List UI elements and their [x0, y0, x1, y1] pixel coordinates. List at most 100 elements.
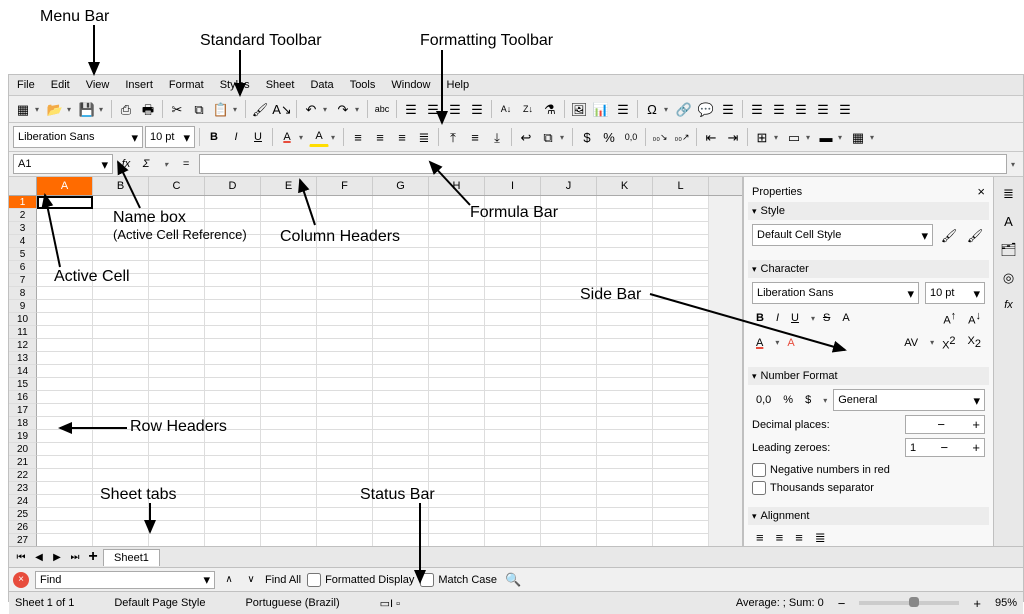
cell[interactable] [205, 352, 261, 365]
formatted-display-checkbox[interactable] [307, 573, 321, 587]
cell[interactable] [541, 235, 597, 248]
cell[interactable] [373, 209, 429, 222]
sidebar-underline-dropdown[interactable]: ▾ [807, 312, 815, 325]
cell[interactable] [541, 443, 597, 456]
thousands-sep-checkbox[interactable] [752, 481, 766, 495]
cell[interactable] [485, 391, 541, 404]
cell[interactable] [93, 196, 149, 209]
cell[interactable] [317, 391, 373, 404]
cell[interactable] [261, 196, 317, 209]
cell[interactable] [541, 456, 597, 469]
cell[interactable] [205, 443, 261, 456]
cell[interactable] [541, 222, 597, 235]
cell[interactable] [653, 456, 709, 469]
column-header-b[interactable]: B [93, 177, 149, 195]
cell[interactable] [485, 326, 541, 339]
cell[interactable] [261, 443, 317, 456]
cell[interactable] [541, 365, 597, 378]
cell[interactable] [597, 313, 653, 326]
cell[interactable] [429, 261, 485, 274]
menu-styles[interactable]: Styles [216, 77, 254, 93]
column-header-e[interactable]: E [261, 177, 317, 195]
cell[interactable] [653, 196, 709, 209]
cell[interactable] [261, 300, 317, 313]
plus-icon[interactable]: + [972, 418, 980, 431]
cell[interactable] [541, 326, 597, 339]
font-size-combo[interactable]: 10 pt ▾ [145, 126, 195, 148]
cell[interactable] [37, 404, 93, 417]
cell[interactable] [317, 443, 373, 456]
row-header[interactable]: 1 [9, 196, 37, 209]
sidebar-align-left-button[interactable]: ≡ [752, 529, 768, 546]
cell[interactable] [261, 404, 317, 417]
col-button[interactable]: ☰ [423, 99, 443, 119]
cell[interactable] [37, 482, 93, 495]
cell[interactable] [485, 534, 541, 546]
row-header[interactable]: 16 [9, 391, 37, 404]
cell[interactable] [429, 300, 485, 313]
cell[interactable] [429, 222, 485, 235]
cell[interactable] [597, 521, 653, 534]
cell[interactable] [373, 456, 429, 469]
cell[interactable] [653, 248, 709, 261]
cell[interactable] [429, 313, 485, 326]
cell[interactable] [429, 456, 485, 469]
column-header-a[interactable]: A [37, 177, 93, 195]
cell[interactable] [37, 521, 93, 534]
cell[interactable] [261, 287, 317, 300]
cell[interactable] [205, 313, 261, 326]
cell[interactable] [597, 196, 653, 209]
cell[interactable] [653, 352, 709, 365]
sidebar-shadow-button[interactable]: A [838, 310, 853, 326]
cell[interactable] [541, 339, 597, 352]
row-header[interactable]: 11 [9, 326, 37, 339]
cell[interactable] [429, 404, 485, 417]
sort-desc-button[interactable]: Z↓ [518, 99, 538, 119]
insert-chart-button[interactable]: 📊 [591, 99, 611, 119]
cell[interactable] [149, 313, 205, 326]
split-button[interactable]: ☰ [467, 99, 487, 119]
cell[interactable] [317, 248, 373, 261]
sort-asc-button[interactable]: A↓ [496, 99, 516, 119]
cell[interactable] [597, 391, 653, 404]
border-style-dropdown[interactable]: ▾ [806, 133, 814, 142]
row-header[interactable]: 22 [9, 469, 37, 482]
cut-button[interactable]: ✂ [167, 99, 187, 119]
cell[interactable] [317, 534, 373, 546]
conditional-button[interactable]: ▦ [848, 127, 868, 147]
cell[interactable] [373, 417, 429, 430]
clear-formatting-button[interactable]: A↘ [272, 99, 292, 119]
sidebar-superscript-button[interactable]: X2 [938, 333, 959, 354]
cell[interactable] [149, 469, 205, 482]
cell[interactable] [205, 521, 261, 534]
select-all-corner[interactable] [9, 177, 37, 195]
cell[interactable] [37, 534, 93, 546]
cell[interactable] [485, 274, 541, 287]
status-page-style[interactable]: Default Page Style [114, 597, 205, 610]
cell[interactable] [37, 339, 93, 352]
cell[interactable] [37, 300, 93, 313]
cell[interactable] [485, 365, 541, 378]
cell[interactable] [653, 326, 709, 339]
valign-middle-button[interactable]: ≡ [465, 127, 485, 147]
cell[interactable] [373, 261, 429, 274]
highlight-dropdown[interactable]: ▾ [331, 133, 339, 142]
cell[interactable] [485, 456, 541, 469]
cell[interactable] [149, 300, 205, 313]
cell[interactable] [317, 352, 373, 365]
cell[interactable] [261, 534, 317, 546]
cell[interactable] [261, 482, 317, 495]
open-dropdown[interactable]: ▾ [67, 105, 75, 114]
cell[interactable] [485, 339, 541, 352]
sigma-dropdown[interactable]: ▾ [157, 155, 175, 173]
cell[interactable] [541, 391, 597, 404]
cell[interactable] [653, 274, 709, 287]
status-insert-mode[interactable]: ▭I ▫ [380, 597, 400, 610]
align-justify-button[interactable]: ≣ [414, 127, 434, 147]
number-format-section-head[interactable]: Number Format [748, 367, 989, 385]
cell[interactable] [429, 287, 485, 300]
freeze-panes-button[interactable]: ☰ [813, 99, 833, 119]
font-name-combo[interactable]: Liberation Sans ▾ [13, 126, 143, 148]
cell[interactable] [653, 534, 709, 546]
cell[interactable] [149, 365, 205, 378]
